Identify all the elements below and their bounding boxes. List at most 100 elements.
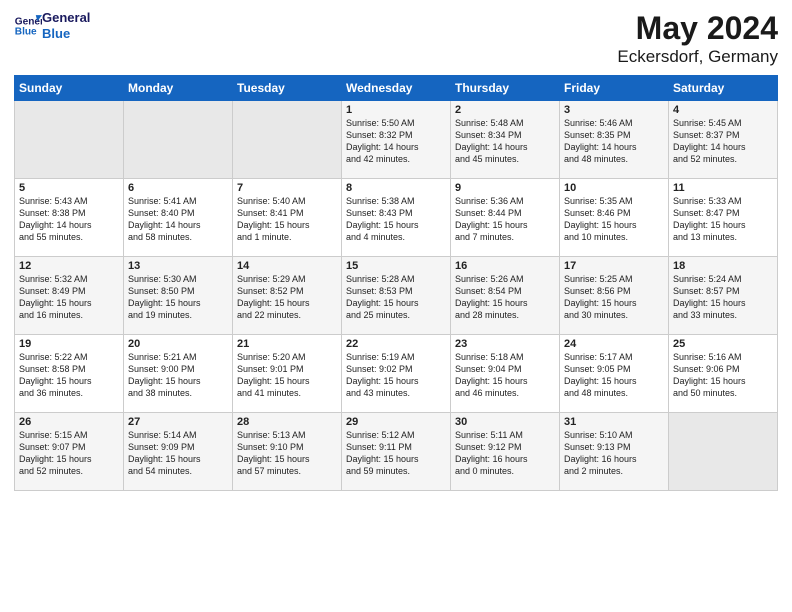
col-header-tuesday: Tuesday bbox=[233, 76, 342, 101]
cell-info: Sunrise: 5:33 AM Sunset: 8:47 PM Dayligh… bbox=[673, 195, 773, 244]
day-number: 13 bbox=[128, 260, 228, 272]
cell-info: Sunrise: 5:28 AM Sunset: 8:53 PM Dayligh… bbox=[346, 273, 446, 322]
day-number: 29 bbox=[346, 416, 446, 428]
cell-info: Sunrise: 5:30 AM Sunset: 8:50 PM Dayligh… bbox=[128, 273, 228, 322]
day-number: 18 bbox=[673, 260, 773, 272]
calendar-cell: 13Sunrise: 5:30 AM Sunset: 8:50 PM Dayli… bbox=[124, 257, 233, 335]
calendar-cell: 3Sunrise: 5:46 AM Sunset: 8:35 PM Daylig… bbox=[560, 101, 669, 179]
day-number: 4 bbox=[673, 104, 773, 116]
calendar-cell: 18Sunrise: 5:24 AM Sunset: 8:57 PM Dayli… bbox=[669, 257, 778, 335]
calendar-cell: 4Sunrise: 5:45 AM Sunset: 8:37 PM Daylig… bbox=[669, 101, 778, 179]
cell-info: Sunrise: 5:46 AM Sunset: 8:35 PM Dayligh… bbox=[564, 117, 664, 166]
cell-info: Sunrise: 5:21 AM Sunset: 9:00 PM Dayligh… bbox=[128, 351, 228, 400]
col-header-sunday: Sunday bbox=[15, 76, 124, 101]
day-number: 9 bbox=[455, 182, 555, 194]
calendar-cell bbox=[669, 413, 778, 491]
calendar-cell: 27Sunrise: 5:14 AM Sunset: 9:09 PM Dayli… bbox=[124, 413, 233, 491]
logo-icon: General Blue bbox=[14, 12, 42, 40]
col-header-saturday: Saturday bbox=[669, 76, 778, 101]
cell-info: Sunrise: 5:35 AM Sunset: 8:46 PM Dayligh… bbox=[564, 195, 664, 244]
calendar-cell: 15Sunrise: 5:28 AM Sunset: 8:53 PM Dayli… bbox=[342, 257, 451, 335]
calendar-cell: 16Sunrise: 5:26 AM Sunset: 8:54 PM Dayli… bbox=[451, 257, 560, 335]
calendar-cell: 24Sunrise: 5:17 AM Sunset: 9:05 PM Dayli… bbox=[560, 335, 669, 413]
cell-info: Sunrise: 5:29 AM Sunset: 8:52 PM Dayligh… bbox=[237, 273, 337, 322]
cell-info: Sunrise: 5:11 AM Sunset: 9:12 PM Dayligh… bbox=[455, 429, 555, 478]
calendar-cell: 17Sunrise: 5:25 AM Sunset: 8:56 PM Dayli… bbox=[560, 257, 669, 335]
cell-info: Sunrise: 5:19 AM Sunset: 9:02 PM Dayligh… bbox=[346, 351, 446, 400]
cell-info: Sunrise: 5:40 AM Sunset: 8:41 PM Dayligh… bbox=[237, 195, 337, 244]
cell-info: Sunrise: 5:45 AM Sunset: 8:37 PM Dayligh… bbox=[673, 117, 773, 166]
day-number: 19 bbox=[19, 338, 119, 350]
day-number: 12 bbox=[19, 260, 119, 272]
day-number: 24 bbox=[564, 338, 664, 350]
calendar-header-row: SundayMondayTuesdayWednesdayThursdayFrid… bbox=[15, 76, 778, 101]
day-number: 25 bbox=[673, 338, 773, 350]
calendar-cell: 12Sunrise: 5:32 AM Sunset: 8:49 PM Dayli… bbox=[15, 257, 124, 335]
cell-info: Sunrise: 5:26 AM Sunset: 8:54 PM Dayligh… bbox=[455, 273, 555, 322]
cell-info: Sunrise: 5:15 AM Sunset: 9:07 PM Dayligh… bbox=[19, 429, 119, 478]
calendar-week-row: 1Sunrise: 5:50 AM Sunset: 8:32 PM Daylig… bbox=[15, 101, 778, 179]
cell-info: Sunrise: 5:13 AM Sunset: 9:10 PM Dayligh… bbox=[237, 429, 337, 478]
col-header-monday: Monday bbox=[124, 76, 233, 101]
cell-info: Sunrise: 5:43 AM Sunset: 8:38 PM Dayligh… bbox=[19, 195, 119, 244]
day-number: 3 bbox=[564, 104, 664, 116]
calendar-cell: 8Sunrise: 5:38 AM Sunset: 8:43 PM Daylig… bbox=[342, 179, 451, 257]
calendar-week-row: 19Sunrise: 5:22 AM Sunset: 8:58 PM Dayli… bbox=[15, 335, 778, 413]
calendar-cell: 26Sunrise: 5:15 AM Sunset: 9:07 PM Dayli… bbox=[15, 413, 124, 491]
calendar-cell bbox=[15, 101, 124, 179]
day-number: 11 bbox=[673, 182, 773, 194]
day-number: 23 bbox=[455, 338, 555, 350]
calendar-week-row: 26Sunrise: 5:15 AM Sunset: 9:07 PM Dayli… bbox=[15, 413, 778, 491]
day-number: 22 bbox=[346, 338, 446, 350]
cell-info: Sunrise: 5:18 AM Sunset: 9:04 PM Dayligh… bbox=[455, 351, 555, 400]
logo: General Blue General Blue bbox=[14, 10, 90, 41]
page: General Blue General Blue May 2024 Ecker… bbox=[0, 0, 792, 612]
calendar-cell: 21Sunrise: 5:20 AM Sunset: 9:01 PM Dayli… bbox=[233, 335, 342, 413]
day-number: 28 bbox=[237, 416, 337, 428]
day-number: 20 bbox=[128, 338, 228, 350]
col-header-thursday: Thursday bbox=[451, 76, 560, 101]
calendar-subtitle: Eckersdorf, Germany bbox=[617, 47, 778, 67]
day-number: 8 bbox=[346, 182, 446, 194]
cell-info: Sunrise: 5:48 AM Sunset: 8:34 PM Dayligh… bbox=[455, 117, 555, 166]
calendar-cell: 23Sunrise: 5:18 AM Sunset: 9:04 PM Dayli… bbox=[451, 335, 560, 413]
day-number: 27 bbox=[128, 416, 228, 428]
col-header-wednesday: Wednesday bbox=[342, 76, 451, 101]
cell-info: Sunrise: 5:36 AM Sunset: 8:44 PM Dayligh… bbox=[455, 195, 555, 244]
calendar-cell bbox=[233, 101, 342, 179]
cell-info: Sunrise: 5:50 AM Sunset: 8:32 PM Dayligh… bbox=[346, 117, 446, 166]
calendar-cell: 11Sunrise: 5:33 AM Sunset: 8:47 PM Dayli… bbox=[669, 179, 778, 257]
calendar-table: SundayMondayTuesdayWednesdayThursdayFrid… bbox=[14, 75, 778, 491]
day-number: 1 bbox=[346, 104, 446, 116]
calendar-cell: 14Sunrise: 5:29 AM Sunset: 8:52 PM Dayli… bbox=[233, 257, 342, 335]
calendar-cell: 22Sunrise: 5:19 AM Sunset: 9:02 PM Dayli… bbox=[342, 335, 451, 413]
calendar-cell: 5Sunrise: 5:43 AM Sunset: 8:38 PM Daylig… bbox=[15, 179, 124, 257]
cell-info: Sunrise: 5:17 AM Sunset: 9:05 PM Dayligh… bbox=[564, 351, 664, 400]
day-number: 2 bbox=[455, 104, 555, 116]
calendar-cell: 7Sunrise: 5:40 AM Sunset: 8:41 PM Daylig… bbox=[233, 179, 342, 257]
day-number: 14 bbox=[237, 260, 337, 272]
calendar-cell bbox=[124, 101, 233, 179]
cell-info: Sunrise: 5:16 AM Sunset: 9:06 PM Dayligh… bbox=[673, 351, 773, 400]
calendar-cell: 31Sunrise: 5:10 AM Sunset: 9:13 PM Dayli… bbox=[560, 413, 669, 491]
cell-info: Sunrise: 5:10 AM Sunset: 9:13 PM Dayligh… bbox=[564, 429, 664, 478]
day-number: 15 bbox=[346, 260, 446, 272]
calendar-cell: 6Sunrise: 5:41 AM Sunset: 8:40 PM Daylig… bbox=[124, 179, 233, 257]
day-number: 10 bbox=[564, 182, 664, 194]
calendar-cell: 9Sunrise: 5:36 AM Sunset: 8:44 PM Daylig… bbox=[451, 179, 560, 257]
calendar-cell: 29Sunrise: 5:12 AM Sunset: 9:11 PM Dayli… bbox=[342, 413, 451, 491]
cell-info: Sunrise: 5:32 AM Sunset: 8:49 PM Dayligh… bbox=[19, 273, 119, 322]
header: General Blue General Blue May 2024 Ecker… bbox=[14, 10, 778, 67]
cell-info: Sunrise: 5:41 AM Sunset: 8:40 PM Dayligh… bbox=[128, 195, 228, 244]
cell-info: Sunrise: 5:22 AM Sunset: 8:58 PM Dayligh… bbox=[19, 351, 119, 400]
calendar-week-row: 5Sunrise: 5:43 AM Sunset: 8:38 PM Daylig… bbox=[15, 179, 778, 257]
calendar-cell: 20Sunrise: 5:21 AM Sunset: 9:00 PM Dayli… bbox=[124, 335, 233, 413]
day-number: 30 bbox=[455, 416, 555, 428]
title-block: May 2024 Eckersdorf, Germany bbox=[617, 10, 778, 67]
logo-text-general: General bbox=[42, 10, 90, 26]
cell-info: Sunrise: 5:38 AM Sunset: 8:43 PM Dayligh… bbox=[346, 195, 446, 244]
calendar-cell: 1Sunrise: 5:50 AM Sunset: 8:32 PM Daylig… bbox=[342, 101, 451, 179]
cell-info: Sunrise: 5:14 AM Sunset: 9:09 PM Dayligh… bbox=[128, 429, 228, 478]
col-header-friday: Friday bbox=[560, 76, 669, 101]
calendar-cell: 28Sunrise: 5:13 AM Sunset: 9:10 PM Dayli… bbox=[233, 413, 342, 491]
